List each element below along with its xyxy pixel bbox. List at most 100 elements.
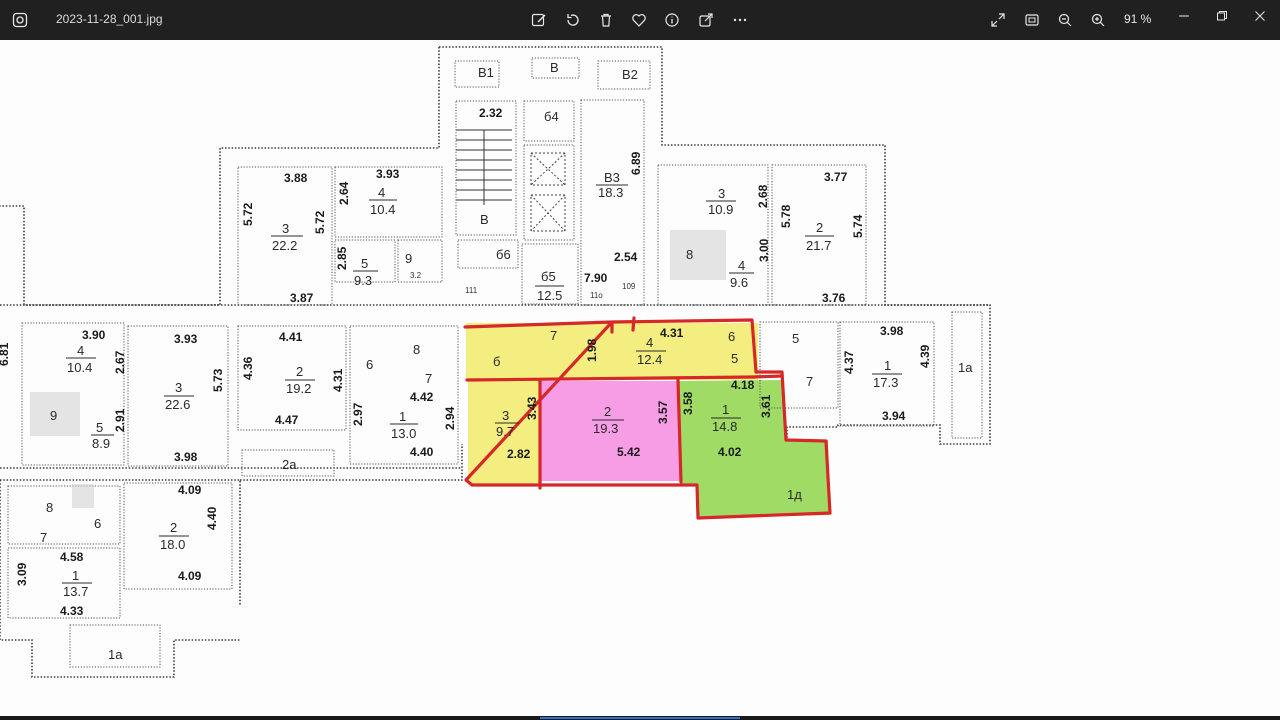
dim-2-82: 2.82 [507, 447, 531, 461]
dim-2-67: 2.67 [113, 350, 127, 374]
close-button[interactable] [1237, 0, 1280, 32]
num-top3: 3 [282, 221, 289, 236]
num-tr3: 3 [718, 186, 725, 201]
dim-2-91: 2.91 [113, 408, 127, 432]
dim-4-33: 4.33 [60, 604, 84, 618]
label-1a-bottom: 1а [108, 647, 123, 662]
dim-3-98a: 3.98 [174, 450, 198, 464]
area-bl2: 18.0 [160, 537, 185, 552]
num-h3: 3 [502, 408, 509, 423]
label-b: В [550, 60, 559, 75]
dim-5-72b: 5.72 [313, 210, 327, 234]
area-h1: 14.8 [712, 419, 737, 434]
dim-3-58: 3.58 [681, 391, 695, 415]
trash-icon [601, 13, 611, 27]
dim-5-74: 5.74 [851, 214, 865, 238]
edit-image-button[interactable] [526, 8, 552, 32]
dim-4-37: 4.37 [842, 350, 856, 374]
dim-3-76: 3.76 [822, 291, 846, 305]
dim-3-98b: 3.98 [880, 324, 904, 338]
area-c1: 13.0 [391, 426, 416, 441]
dim-4-18: 4.18 [731, 378, 755, 392]
close-icon [1255, 11, 1265, 21]
image-canvas[interactable]: В1 В В2 2.32 б4 В б6 б5 12.5 В3 18.3 6.8… [0, 40, 1280, 716]
photos-app-icon[interactable] [0, 0, 40, 40]
edit-image-icon [531, 13, 546, 27]
dim-5-73: 5.73 [211, 368, 225, 392]
floor-plan-image: В1 В В2 2.32 б4 В б6 б5 12.5 В3 18.3 6.8… [0, 46, 991, 678]
area-r1: 17.3 [873, 375, 898, 390]
label-6-lower: 6 [94, 516, 101, 531]
more-button[interactable] [727, 8, 753, 32]
dim-2-97: 2.97 [351, 402, 365, 426]
label-6b: б [493, 354, 500, 369]
num-c1: 1 [399, 409, 406, 424]
area-l4: 10.4 [67, 360, 92, 375]
num-r1: 1 [884, 358, 891, 373]
zoom-in-button[interactable] [1085, 8, 1111, 32]
dim-1-98: 1.98 [585, 338, 599, 362]
fit-to-window-icon [1025, 14, 1039, 26]
zoom-out-button[interactable] [1052, 8, 1078, 32]
label-7c: 7 [806, 374, 813, 389]
heart-icon [632, 14, 646, 27]
share-button[interactable] [693, 8, 719, 32]
area-bl1: 13.7 [63, 584, 88, 599]
dim-3-90: 3.90 [82, 328, 106, 342]
label-110: 11о [590, 291, 603, 300]
num-top4: 4 [378, 185, 385, 200]
num-top5: 5 [361, 256, 368, 271]
fit-to-window-button[interactable] [1019, 8, 1045, 32]
dim-4-47: 4.47 [275, 413, 299, 427]
area-top5: 9.3 [354, 273, 372, 288]
dim-6-89: 6.89 [629, 151, 643, 175]
dim-3-87: 3.87 [290, 291, 314, 305]
label-5c: 5 [792, 331, 799, 346]
area-h3: 9.7 [496, 424, 514, 439]
area-top3: 22.2 [272, 238, 297, 253]
label-6a: 6 [366, 357, 373, 372]
dim-3-00: 3.00 [757, 238, 771, 262]
label-8d: 8 [686, 247, 693, 262]
fullscreen-icon [991, 13, 1005, 27]
area-tr4: 9.6 [730, 275, 748, 290]
dim-3-09: 3.09 [15, 562, 29, 586]
more-dots-icon [733, 18, 747, 22]
zoom-level[interactable]: 91 % [1124, 12, 1151, 26]
num-l3: 3 [175, 380, 182, 395]
dim-5-42: 5.42 [617, 445, 641, 459]
num-h2: 2 [604, 404, 611, 419]
delete-button[interactable] [593, 8, 619, 32]
label-b6: б6 [496, 247, 511, 262]
area-b3: 18.3 [598, 185, 623, 200]
label-5b: 5 [731, 351, 738, 366]
dim-6-81: 6.81 [0, 342, 11, 366]
favorite-button[interactable] [626, 8, 652, 32]
dim-7-90: 7.90 [584, 271, 608, 285]
dim-3-93b: 3.93 [174, 332, 198, 346]
area-l3: 22.6 [165, 397, 190, 412]
area-tr3: 10.9 [708, 202, 733, 217]
label-111: 111 [465, 286, 478, 295]
minimize-icon [1179, 15, 1189, 17]
rotate-button[interactable] [560, 8, 586, 32]
dim-4-42: 4.42 [410, 390, 434, 404]
label-2a: 2а [282, 457, 297, 472]
label-b-stair: В [480, 212, 489, 227]
fullscreen-button[interactable] [985, 8, 1011, 32]
area-b5: 12.5 [537, 288, 562, 303]
zoom-out-icon [1058, 13, 1072, 27]
dim-4-09a: 4.09 [178, 483, 202, 497]
label-8b: 8 [46, 500, 53, 515]
info-button[interactable] [659, 8, 685, 32]
title-bar: 2023-11-28_001.jpg 91 % [0, 0, 1280, 40]
dim-2-54: 2.54 [614, 250, 638, 264]
num-top9: 9 [405, 251, 412, 266]
dim-4-31b: 4.31 [660, 326, 684, 340]
dim-4-41: 4.41 [279, 330, 303, 344]
num-h1: 1 [722, 402, 729, 417]
num-c2: 2 [296, 364, 303, 379]
bottom-accent-line [540, 717, 740, 719]
highlight-green [679, 380, 830, 518]
label-1d: 1д [787, 487, 802, 502]
